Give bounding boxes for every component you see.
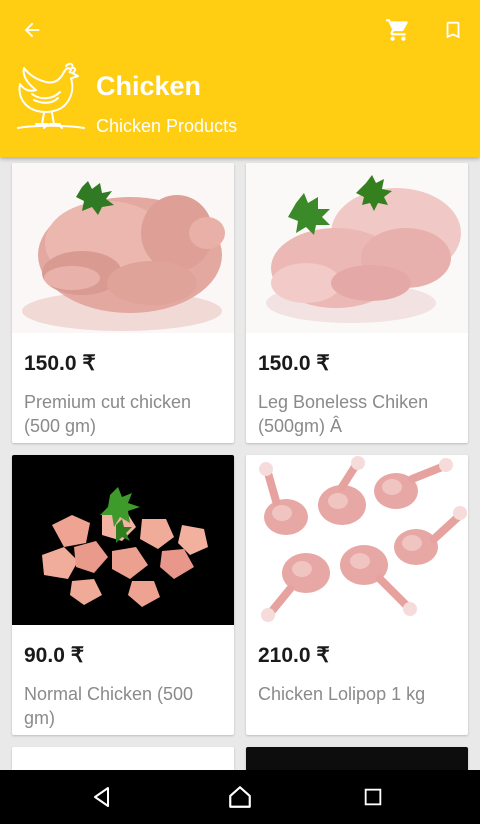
product-name: Normal Chicken (500 gm) — [24, 684, 194, 728]
nav-home-icon — [229, 786, 251, 808]
category-header: Chicken Chicken Products — [0, 0, 480, 157]
product-name: Leg Boneless Chiken (500gm) Â — [258, 392, 429, 436]
product-price: 210.0 ₹ — [258, 644, 330, 667]
product-card[interactable]: 90.0 ₹ Normal Chicken (500 gm) — [12, 455, 234, 735]
arrow-back-icon — [24, 22, 40, 38]
page-title: Chicken — [96, 71, 202, 101]
nav-back-button[interactable] — [82, 777, 122, 817]
hen-logo-icon — [17, 62, 85, 129]
bookmark-button[interactable] — [433, 10, 473, 50]
nav-home-button[interactable] — [220, 777, 260, 817]
cart-button[interactable] — [378, 10, 418, 50]
product-name: Chicken Lolipop 1 kg — [258, 684, 426, 704]
product-name: Premium cut chicken (500 gm) — [24, 392, 192, 436]
product-card[interactable]: 150.0 ₹ Premium cut chicken (500 gm) — [12, 163, 234, 443]
bookmark-icon — [446, 21, 460, 39]
product-image — [12, 163, 234, 333]
product-grid[interactable]: 150.0 ₹ Premium cut chicken (500 gm) 150… — [0, 157, 480, 770]
nav-back-icon — [94, 787, 109, 807]
product-price: 150.0 ₹ — [24, 352, 96, 375]
product-image — [12, 455, 234, 625]
app-screen: Chicken Chicken Products 150.0 ₹ Premium… — [0, 0, 480, 824]
product-price: 90.0 ₹ — [24, 644, 85, 667]
back-button[interactable] — [12, 10, 52, 50]
product-card[interactable]: 150.0 ₹ Leg Boneless Chiken (500gm) Â — [246, 163, 468, 443]
nav-recents-button[interactable] — [353, 777, 393, 817]
nav-recents-icon — [364, 788, 382, 806]
product-image — [246, 455, 468, 625]
product-card[interactable] — [246, 747, 468, 770]
product-card[interactable]: 210.0 ₹ Chicken Lolipop 1 kg — [246, 455, 468, 735]
cart-icon — [386, 19, 408, 41]
system-nav-bar — [0, 770, 480, 824]
product-card[interactable] — [12, 747, 234, 770]
page-subtitle: Chicken Products — [96, 116, 238, 136]
product-price: 150.0 ₹ — [258, 352, 330, 375]
product-image — [246, 163, 468, 333]
